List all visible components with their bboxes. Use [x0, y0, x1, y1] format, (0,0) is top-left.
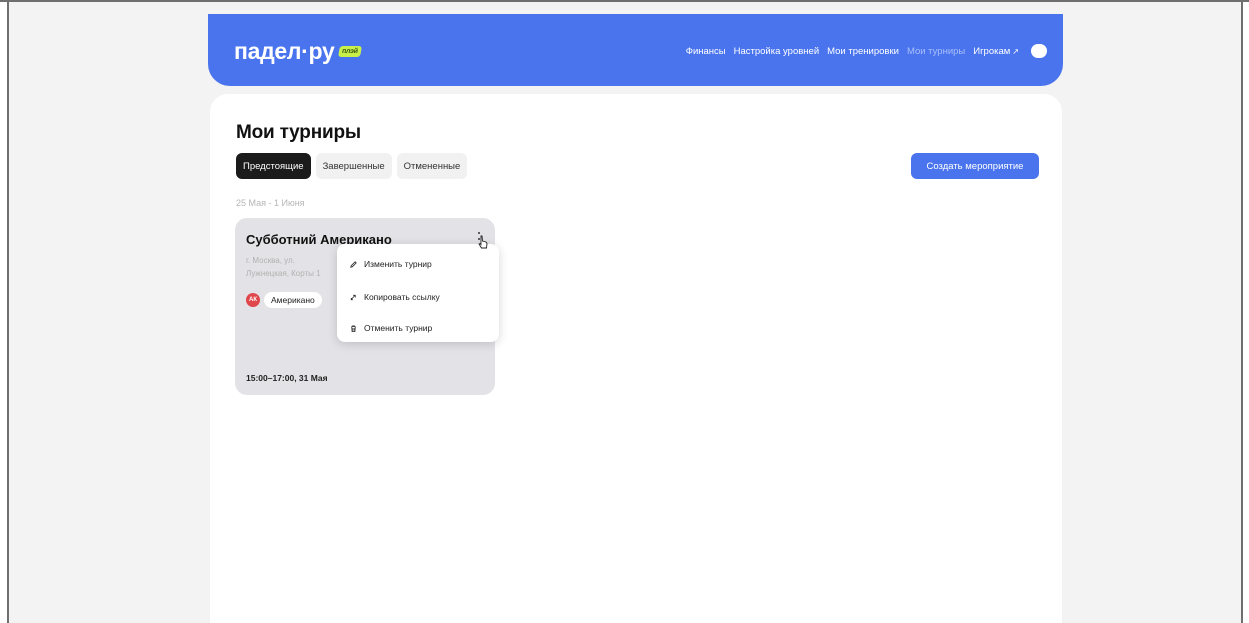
main-nav: Финансы Настройка уровней Мои тренировки…: [686, 44, 1047, 58]
pencil-icon: [350, 260, 357, 268]
page-title: Мои турниры: [236, 122, 361, 143]
menu-item-label: Изменить турнир: [364, 259, 432, 269]
profile-avatar[interactable]: [1031, 44, 1047, 58]
format-tag: Американо: [264, 292, 322, 308]
tournament-time: 15:00–17:00, 31 Мая: [246, 373, 328, 383]
avatar: АК: [246, 293, 260, 307]
menu-item-edit[interactable]: Изменить турнир: [349, 259, 432, 269]
nav-trainings[interactable]: Мои тренировки: [827, 46, 899, 57]
tab-upcoming[interactable]: Предстоящие: [236, 153, 311, 179]
tournament-address: г. Москва, ул. Лужнецкая, Корты 1: [246, 256, 321, 278]
tab-finished[interactable]: Завершенные: [315, 153, 392, 179]
logo-badge: плэй: [338, 46, 363, 57]
window-frame-right: [1241, 0, 1243, 623]
tab-cancelled[interactable]: Отмененные: [396, 153, 468, 179]
menu-item-cancel[interactable]: Отменить турнир: [349, 323, 432, 333]
external-arrow-icon: ↗: [1012, 46, 1019, 56]
nav-players-label: Игрокам: [973, 45, 1011, 57]
trash-icon: [351, 324, 356, 332]
page-canvas: падел·ру плэй Финансы Настройка уровней …: [9, 2, 1241, 623]
date-range: 25 Мая - 1 Июня: [236, 198, 305, 208]
top-header: падел·ру плэй Финансы Настройка уровней …: [208, 14, 1063, 86]
nav-finances[interactable]: Финансы: [686, 46, 726, 57]
create-event-button[interactable]: Создать мероприятие: [911, 153, 1039, 179]
menu-item-label: Копировать ссылку: [364, 292, 440, 302]
menu-item-copy-link[interactable]: Копировать ссылку: [349, 292, 440, 302]
nav-players[interactable]: Игрокам ↗: [973, 46, 1019, 57]
hand-cursor-icon: [478, 235, 488, 249]
menu-item-label: Отменить турнир: [364, 323, 433, 333]
logo[interactable]: падел·ру плэй: [234, 38, 363, 65]
content-panel: Мои турниры Предстоящие Завершенные Отме…: [210, 94, 1062, 623]
tournament-tags: АК Американо: [246, 292, 322, 308]
link-icon: [350, 294, 356, 300]
tournament-tabs: Предстоящие Завершенные Отмененные: [236, 153, 468, 179]
logo-text: падел·ру: [234, 38, 335, 64]
nav-levels[interactable]: Настройка уровней: [734, 46, 820, 57]
nav-tournaments[interactable]: Мои турниры: [907, 46, 965, 57]
card-context-menu: Изменить турнир Копировать ссылку Отмени…: [337, 244, 499, 342]
